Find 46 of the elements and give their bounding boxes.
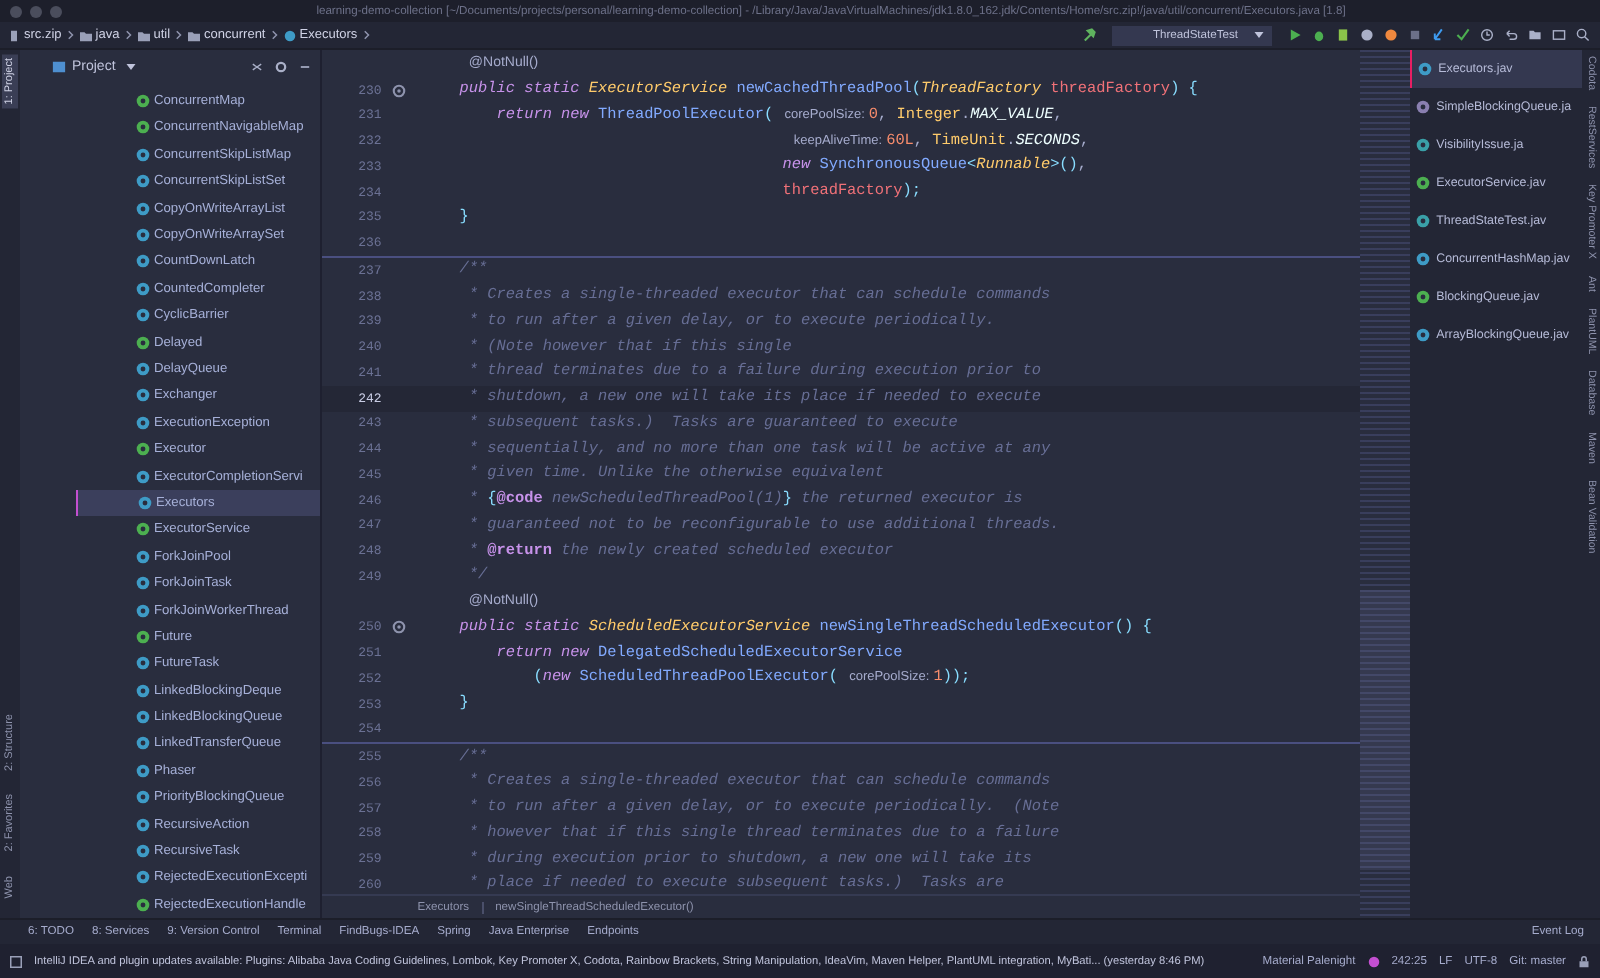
stop-icon[interactable] — [1408, 28, 1422, 42]
class-icon — [1418, 62, 1433, 76]
layout-icon[interactable] — [1552, 28, 1566, 42]
check-icon[interactable] — [1456, 28, 1470, 42]
plugin-icon[interactable] — [1384, 28, 1398, 42]
caret-icon — [1254, 32, 1264, 38]
folder-icon — [79, 29, 92, 41]
interface-icon — [135, 335, 150, 350]
vcs-update-icon[interactable] — [1432, 28, 1446, 42]
chevron-icon — [271, 30, 278, 40]
history-icon[interactable] — [1480, 28, 1494, 42]
run-icon[interactable] — [1288, 28, 1302, 42]
coverage-icon[interactable] — [1336, 28, 1350, 42]
override-marker-icon[interactable] — [391, 83, 406, 98]
project-icon — [51, 60, 66, 75]
class-icon — [1416, 214, 1431, 228]
debug-icon[interactable] — [1312, 28, 1326, 42]
caret-icon — [125, 64, 136, 71]
panel-toggle-icon[interactable] — [10, 955, 22, 967]
chevron-icon — [176, 30, 183, 40]
search-icon[interactable] — [1576, 28, 1590, 42]
theme-dot-icon — [1367, 955, 1380, 967]
settings-icon[interactable] — [273, 60, 288, 75]
interface-icon — [1416, 290, 1431, 304]
class-icon — [1416, 252, 1431, 266]
class-icon — [1416, 328, 1431, 342]
class-icon — [1416, 138, 1431, 152]
interface-icon — [135, 442, 150, 457]
class-icon — [283, 29, 296, 41]
profiler-icon[interactable] — [1360, 28, 1374, 42]
chevron-icon — [125, 30, 132, 40]
folder-icon — [137, 29, 150, 41]
override-marker-icon[interactable] — [391, 620, 406, 635]
chevron-icon — [363, 30, 370, 40]
undo-icon[interactable] — [1504, 28, 1518, 42]
archive-icon — [8, 29, 20, 41]
interface-icon — [1416, 176, 1431, 190]
interface-icon — [135, 897, 150, 912]
hammer-icon[interactable] — [1082, 28, 1097, 42]
folder-icon[interactable] — [1528, 28, 1542, 42]
interface-icon — [135, 629, 150, 644]
test-icon — [1416, 100, 1431, 114]
chevron-icon — [67, 30, 74, 40]
lock-icon[interactable] — [1578, 955, 1590, 967]
folder-icon — [188, 29, 201, 41]
interface-icon — [135, 522, 150, 537]
